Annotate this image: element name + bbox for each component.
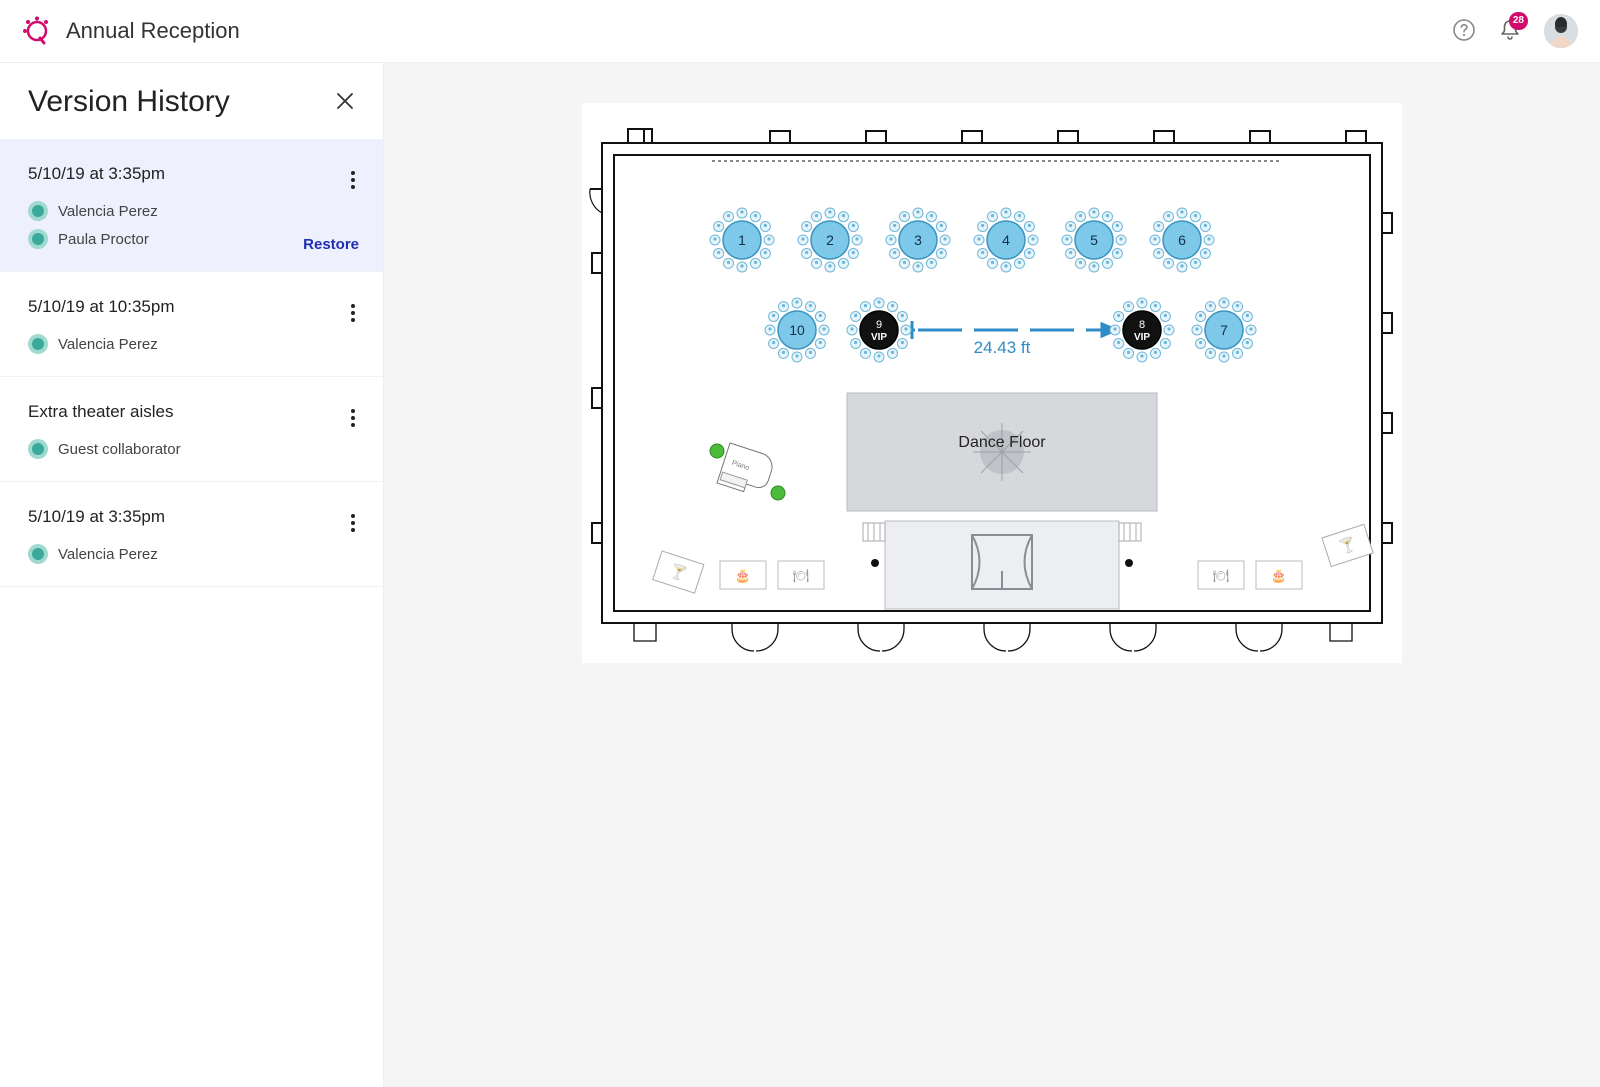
piano[interactable]: Piano: [717, 443, 776, 498]
top-bar: Annual Reception 28: [0, 0, 1600, 63]
buffet-table[interactable]: 🎂: [720, 561, 766, 589]
more-vertical-icon: [351, 171, 355, 189]
brand: Annual Reception: [22, 16, 240, 46]
buffet-table[interactable]: 🍽: [1198, 561, 1244, 589]
panel-header: Version History: [0, 63, 383, 139]
svg-text:5: 5: [1090, 232, 1098, 248]
version-user-name: Valencia Perez: [58, 336, 158, 353]
version-title: 5/10/19 at 3:35pm: [28, 164, 165, 184]
version-user: Valencia Perez: [28, 544, 355, 564]
version-history-panel: Version History 5/10/19 at 3:35pm Valenci…: [0, 63, 384, 1087]
notifications-button[interactable]: 28: [1498, 18, 1522, 45]
version-user-name: Valencia Perez: [58, 203, 158, 220]
svg-text:VIP: VIP: [871, 332, 887, 343]
notifications-badge: 28: [1509, 12, 1528, 30]
svg-text:🎂: 🎂: [1271, 567, 1287, 584]
top-bar-right: 28: [1452, 14, 1578, 48]
svg-text:10: 10: [789, 322, 805, 338]
cocktail-table[interactable]: 🍸: [653, 551, 704, 593]
buffet-table[interactable]: 🎂: [1256, 561, 1302, 589]
svg-text:🎂: 🎂: [735, 567, 751, 584]
version-user: Valencia Perez: [28, 201, 355, 221]
avatar-icon: [1544, 14, 1578, 48]
user-dot-icon: [28, 201, 48, 221]
version-title: 5/10/19 at 3:35pm: [28, 507, 165, 527]
user-avatar[interactable]: [1544, 14, 1578, 48]
version-list: 5/10/19 at 3:35pm Valencia Perez Paula Pro…: [0, 139, 383, 587]
svg-text:4: 4: [1002, 232, 1010, 248]
version-more-button[interactable]: [351, 292, 355, 322]
svg-text:Dance Floor: Dance Floor: [958, 434, 1046, 451]
user-dot-icon: [28, 544, 48, 564]
svg-text:🍽: 🍽: [1213, 568, 1230, 583]
version-title: 5/10/19 at 10:35pm: [28, 297, 175, 317]
user-dot-icon: [28, 229, 48, 249]
version-user-name: Guest collaborator: [58, 441, 181, 458]
svg-text:1: 1: [738, 232, 746, 248]
svg-text:7: 7: [1220, 322, 1228, 338]
version-more-button[interactable]: [351, 159, 355, 189]
more-vertical-icon: [351, 514, 355, 532]
vip-table[interactable]: 9VIP: [847, 298, 911, 362]
svg-text:9: 9: [876, 319, 882, 331]
version-user-name: Paula Proctor: [58, 231, 149, 248]
plant-icon: [771, 486, 785, 500]
svg-text:2: 2: [826, 232, 834, 248]
logo-icon: [22, 16, 52, 46]
user-dot-icon: [28, 439, 48, 459]
version-user: Guest collaborator: [28, 439, 355, 459]
floorplan-diagram[interactable]: Dance Floor: [582, 103, 1402, 663]
round-table[interactable]: 2: [798, 208, 862, 272]
svg-text:3: 3: [914, 232, 922, 248]
version-item[interactable]: Extra theater aisles Guest collaborator: [0, 377, 383, 482]
version-item[interactable]: 5/10/19 at 10:35pm Valencia Perez: [0, 272, 383, 377]
more-vertical-icon: [351, 304, 355, 322]
help-icon: [1452, 18, 1476, 42]
page-title: Annual Reception: [66, 18, 240, 44]
restore-button[interactable]: Restore: [303, 236, 359, 253]
round-table[interactable]: 1: [710, 208, 774, 272]
version-user-name: Valencia Perez: [58, 546, 158, 563]
vip-table[interactable]: 8VIP: [1110, 298, 1174, 362]
panel-title: Version History: [28, 85, 230, 119]
dance-floor[interactable]: Dance Floor: [847, 393, 1157, 511]
svg-text:🍽: 🍽: [793, 568, 810, 583]
svg-text:VIP: VIP: [1134, 332, 1150, 343]
stage[interactable]: [863, 521, 1141, 609]
svg-text:6: 6: [1178, 232, 1186, 248]
round-table[interactable]: 4: [974, 208, 1038, 272]
version-more-button[interactable]: [351, 502, 355, 532]
plant-icon: [710, 444, 724, 458]
measurement-arrow: [912, 321, 1116, 339]
user-dot-icon: [28, 334, 48, 354]
buffet-table[interactable]: 🍽: [778, 561, 824, 589]
version-item[interactable]: 5/10/19 at 3:35pm Valencia Perez: [0, 482, 383, 587]
round-table[interactable]: 3: [886, 208, 950, 272]
version-title: Extra theater aisles: [28, 402, 174, 422]
content-area: Version History 5/10/19 at 3:35pm Valenci…: [0, 63, 1600, 1087]
version-item[interactable]: 5/10/19 at 3:35pm Valencia Perez Paula Pro…: [0, 139, 383, 272]
more-vertical-icon: [351, 409, 355, 427]
version-more-button[interactable]: [351, 397, 355, 427]
canvas-area[interactable]: Dance Floor: [384, 63, 1600, 1087]
round-table[interactable]: 10: [765, 298, 829, 362]
help-button[interactable]: [1452, 18, 1476, 45]
cocktail-table[interactable]: 🍸: [1322, 524, 1373, 566]
round-table[interactable]: 6: [1150, 208, 1214, 272]
version-user: Valencia Perez: [28, 334, 355, 354]
round-table[interactable]: 7: [1192, 298, 1256, 362]
close-panel-button[interactable]: [335, 91, 355, 114]
svg-text:8: 8: [1139, 319, 1145, 331]
measurement-label: 24.43 ft: [974, 338, 1031, 357]
round-table[interactable]: 5: [1062, 208, 1126, 272]
close-icon: [335, 91, 355, 111]
